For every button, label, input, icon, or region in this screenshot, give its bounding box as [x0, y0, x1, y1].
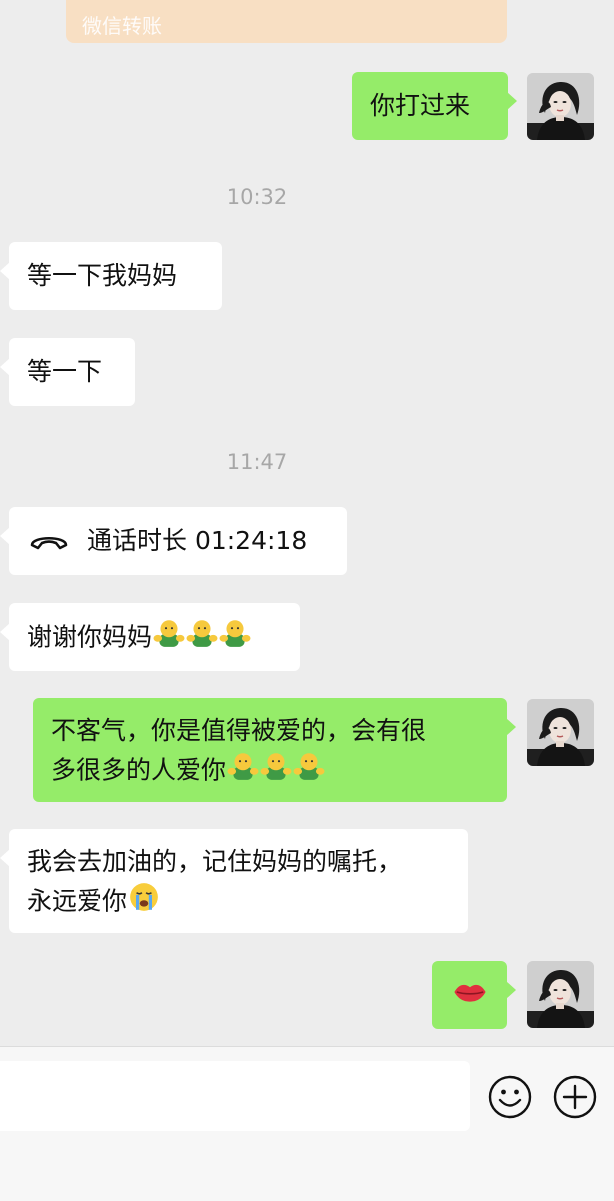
hug-emoji-icon [293, 750, 325, 793]
hug-emoji-icon [227, 750, 259, 793]
transfer-label: 微信转账 [82, 14, 162, 38]
message-text: 谢谢你妈妈 [27, 622, 153, 652]
message-text: 等一下我妈妈 [27, 261, 178, 290]
transfer-card[interactable]: 微信转账 [66, 0, 507, 43]
emoji-icon[interactable] [488, 1075, 532, 1119]
message-text-line: 不客气，你是值得被爱的，会有很 [51, 716, 427, 745]
message-bubble-outgoing[interactable]: 你打过来 [352, 72, 517, 140]
message-bubble-incoming[interactable]: 我会去加油的，记住妈妈的嘱托， 永远爱你 [0, 829, 468, 933]
hug-emoji-icon [260, 750, 292, 793]
message-bubble-incoming[interactable]: 等一下我妈妈 [0, 242, 222, 310]
message-bubble-outgoing[interactable] [432, 961, 516, 1029]
message-bubble-incoming[interactable]: 等一下 [0, 338, 135, 406]
hug-emoji-icon [219, 617, 251, 660]
timestamp: 10:32 [226, 185, 288, 209]
hug-emoji-icon [153, 617, 185, 660]
message-text-line: 多很多的人爱你 [51, 750, 489, 793]
call-duration-text: 通话时长 01:24:18 [87, 526, 308, 555]
loudly-crying-emoji-icon [128, 881, 160, 924]
message-text: 你打过来 [370, 91, 471, 120]
chat-input-bar [0, 1046, 614, 1201]
message-bubble-incoming[interactable]: 谢谢你妈妈 [0, 603, 300, 671]
my-avatar[interactable] [527, 961, 594, 1028]
lips-emoji-icon [452, 976, 488, 1015]
phone-handset-icon [29, 523, 69, 562]
call-record-bubble[interactable]: 通话时长 01:24:18 [0, 507, 347, 575]
message-text-line: 永远爱你 [27, 881, 450, 924]
message-bubble-outgoing[interactable]: 不客气，你是值得被爱的，会有很 多很多的人爱你 [33, 698, 516, 802]
message-input[interactable] [0, 1061, 470, 1131]
plus-icon[interactable] [553, 1075, 597, 1119]
timestamp: 11:47 [226, 450, 288, 474]
message-text: 等一下 [27, 357, 103, 386]
my-avatar[interactable] [527, 73, 594, 140]
hug-emoji-icon [186, 617, 218, 660]
my-avatar[interactable] [527, 699, 594, 766]
message-text-line: 我会去加油的，记住妈妈的嘱托， [27, 847, 403, 876]
